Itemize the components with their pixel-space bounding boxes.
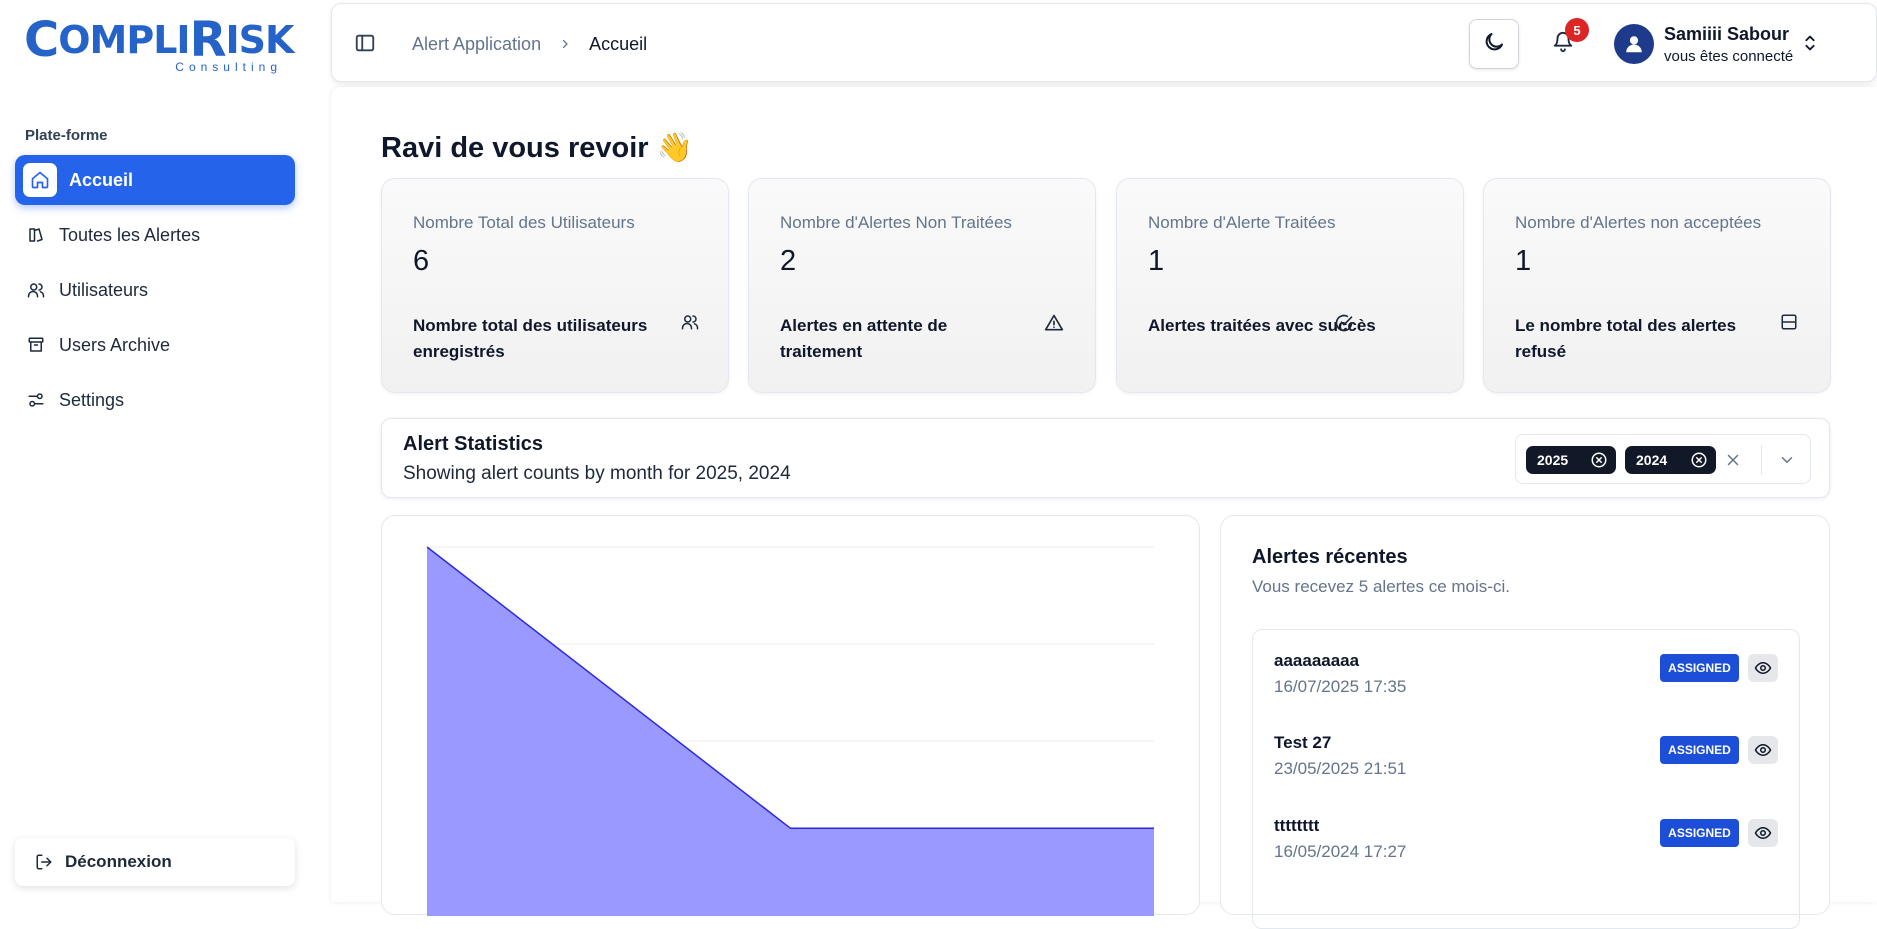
breadcrumb: Alert Application Accueil	[412, 34, 647, 55]
year-chip-label: 2024	[1636, 452, 1668, 468]
status-badge: ASSIGNED	[1660, 654, 1739, 682]
alerts-icon	[25, 224, 47, 246]
sidebar-nav: Accueil Toutes les Alertes Utilisateurs …	[15, 155, 295, 430]
stats-title: Alert Statistics	[403, 433, 544, 455]
chevrons-up-down-icon[interactable]	[1802, 32, 1818, 59]
remove-chip-icon[interactable]	[1690, 451, 1708, 469]
sidebar-item-alertes[interactable]: Toutes les Alertes	[15, 210, 295, 260]
rejected-icon	[1780, 313, 1800, 333]
sidebar-section-label: Plate-forme	[25, 127, 108, 144]
users-icon	[681, 313, 701, 333]
sidebar-item-label: Toutes les Alertes	[59, 224, 201, 245]
sidebar-item-accueil[interactable]: Accueil	[15, 155, 295, 205]
logout-icon	[35, 853, 53, 871]
user-name[interactable]: Samiiii Sabour	[1664, 24, 1789, 45]
logout-button[interactable]: Déconnexion	[15, 838, 295, 886]
chevron-down-icon[interactable]	[1778, 451, 1796, 469]
notification-badge: 5	[1565, 18, 1589, 42]
archive-icon	[25, 334, 47, 356]
sidebar-item-settings[interactable]: Settings	[15, 375, 295, 425]
page-title: Ravi de vous revoir 👋	[381, 132, 693, 164]
company-logo[interactable]: C OMPLI R ISK Consulting	[24, 16, 294, 74]
breadcrumb-item-current: Accueil	[589, 34, 648, 54]
kpi-description: Nombre total des utilisateurs enregistré…	[413, 316, 648, 361]
alert-chart-card	[381, 515, 1200, 929]
users-icon	[25, 279, 47, 301]
alert-date: 16/05/2024 17:27	[1274, 842, 1407, 861]
settings-icon	[25, 389, 47, 411]
recent-subtitle: Vous recevez 5 alertes ce mois-ci.	[1252, 577, 1510, 596]
alert-name: Test 27	[1274, 733, 1332, 752]
divider	[1761, 445, 1762, 475]
stats-subtitle: Showing alert counts by month for 2025, …	[403, 463, 791, 484]
warning-icon	[1044, 313, 1064, 333]
alert-date: 23/05/2025 21:51	[1274, 759, 1407, 778]
sidebar-item-users-archive[interactable]: Users Archive	[15, 320, 295, 370]
alert-date: 16/07/2025 17:35	[1274, 677, 1407, 696]
check-circle-icon	[1334, 313, 1354, 333]
kpi-card-rejected: Nombre d'Alertes non acceptées 1 Le nomb…	[1483, 178, 1831, 393]
chevron-right-icon	[559, 34, 571, 55]
year-chip-label: 2025	[1537, 452, 1569, 468]
kpi-card-processed: Nombre d'Alerte Traitées 1 Alertes trait…	[1116, 178, 1464, 393]
kpi-card-pending: Nombre d'Alertes Non Traitées 2 Alertes …	[748, 178, 1096, 393]
kpi-card-users: Nombre Total des Utilisateurs 6 Nombre t…	[381, 178, 729, 393]
list-item[interactable]: Test 27 23/05/2025 21:51 ASSIGNED	[1274, 733, 1784, 793]
kpi-description: Alertes traitées avec succès	[1148, 316, 1376, 335]
status-badge: ASSIGNED	[1660, 819, 1739, 847]
eye-icon[interactable]	[1748, 819, 1778, 847]
chart-area-fill	[427, 547, 1154, 929]
kpi-title: Nombre d'Alertes non acceptées	[1515, 213, 1762, 232]
avatar[interactable]	[1614, 24, 1654, 64]
kpi-value: 2	[780, 245, 797, 277]
home-icon	[23, 163, 57, 197]
sidebar-item-label: Accueil	[69, 169, 134, 190]
list-item[interactable]: tttttttt 16/05/2024 17:27 ASSIGNED	[1274, 816, 1784, 876]
top-bar: Alert Application Accueil 5 Samiiii Sabo…	[331, 3, 1877, 82]
remove-chip-icon[interactable]	[1590, 451, 1608, 469]
kpi-value: 1	[1148, 245, 1165, 277]
eye-icon[interactable]	[1748, 654, 1778, 682]
kpi-title: Nombre d'Alertes Non Traitées	[780, 213, 1012, 232]
sidebar-item-label: Utilisateurs	[59, 279, 149, 300]
sidebar-item-label: Users Archive	[59, 334, 171, 355]
status-badge: ASSIGNED	[1660, 736, 1739, 764]
theme-toggle-button[interactable]	[1469, 19, 1519, 69]
alert-name: tttttttt	[1274, 816, 1320, 835]
sidebar-item-utilisateurs[interactable]: Utilisateurs	[15, 265, 295, 315]
recent-alerts-panel: Alertes récentes Vous recevez 5 alertes …	[1220, 515, 1830, 929]
area-chart	[426, 546, 1154, 929]
year-chip[interactable]: 2024	[1625, 446, 1716, 474]
alert-name: aaaaaaaaa	[1274, 651, 1360, 670]
kpi-description: Alertes en attente de traitement	[780, 316, 948, 361]
kpi-value: 6	[413, 245, 430, 277]
recent-alerts-list: aaaaaaaaa 16/07/2025 17:35 ASSIGNED Test…	[1252, 629, 1800, 929]
moon-icon	[1482, 30, 1506, 59]
logout-label: Déconnexion	[65, 852, 172, 871]
breadcrumb-item-app[interactable]: Alert Application	[412, 34, 541, 55]
list-item[interactable]: aaaaaaaaa 16/07/2025 17:35 ASSIGNED	[1274, 651, 1784, 711]
eye-icon[interactable]	[1748, 736, 1778, 764]
sidebar-toggle-icon[interactable]	[354, 32, 376, 54]
kpi-title: Nombre Total des Utilisateurs	[413, 213, 635, 232]
recent-title: Alertes récentes	[1252, 546, 1408, 568]
kpi-value: 1	[1515, 245, 1532, 277]
sidebar-item-label: Settings	[59, 389, 125, 410]
year-multiselect[interactable]: 2025 2024	[1515, 434, 1811, 484]
kpi-description: Le nombre total des alertes refusé	[1515, 316, 1737, 361]
alert-statistics-panel: Alert Statistics Showing alert counts by…	[381, 418, 1830, 498]
user-status: vous êtes connecté	[1664, 48, 1794, 65]
sidebar: C OMPLI R ISK Consulting Plate-forme Accuei…	[0, 0, 318, 902]
year-chip[interactable]: 2025	[1526, 446, 1616, 474]
clear-selection-icon[interactable]	[1724, 451, 1742, 469]
kpi-title: Nombre d'Alerte Traitées	[1148, 213, 1336, 232]
